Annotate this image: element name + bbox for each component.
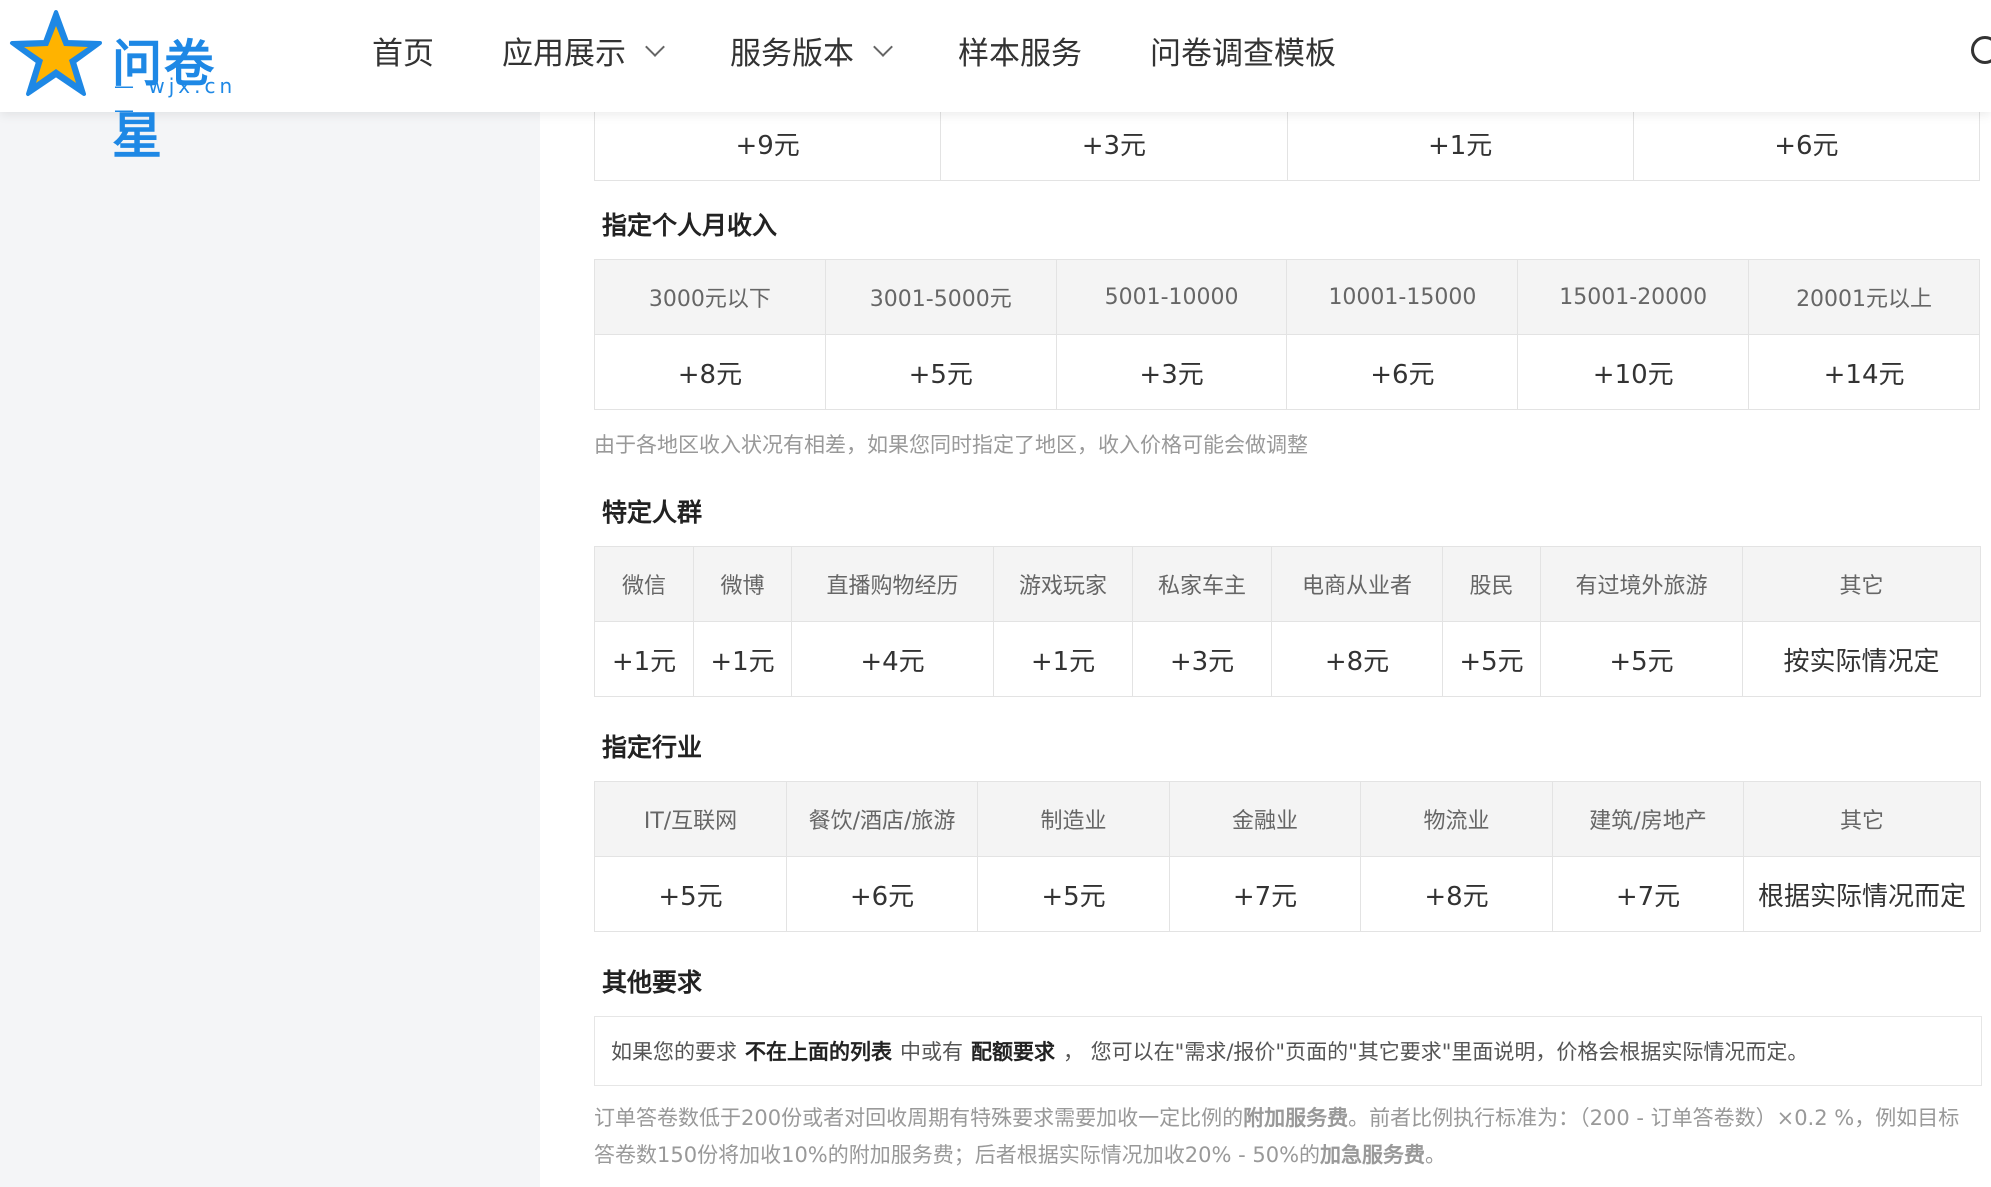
table-cell: +7元 — [1552, 856, 1744, 932]
nav-sample-service-label: 样本服务 — [958, 36, 1082, 72]
nav-service-versions[interactable]: 服务版本 — [730, 28, 893, 73]
table-header-cell: 金融业 — [1169, 781, 1361, 857]
industry-table: IT/互联网 餐饮/酒店/旅游 制造业 金融业 物流业 建筑/房地产 其它 +5… — [594, 781, 1981, 932]
income-note: 由于各地区收入状况有相差，如果您同时指定了地区，收入价格可能会做调整 — [594, 433, 1308, 457]
prev-pricing-table: +9元 +3元 +1元 +6元 — [593, 105, 1981, 181]
table-header-cell: 20001元以上 — [1748, 259, 1980, 335]
groups-section-title: 特定人群 — [602, 498, 703, 527]
nav-sample-service[interactable]: 样本服务 — [958, 28, 1082, 73]
table-cell: +5元 — [1442, 621, 1541, 697]
surcharge-footnote: 订单答卷数低于200份或者对回收周期有特殊要求需要加收一定比例的附加服务费。前者… — [594, 1100, 1980, 1174]
nav-survey-templates-label: 问卷调查模板 — [1150, 36, 1336, 72]
table-cell: 按实际情况定 — [1742, 621, 1981, 697]
logo-domain: — wjx.cn — — [114, 74, 237, 122]
table-header-cell: 股民 — [1442, 546, 1541, 622]
table-cell: +6元 — [786, 856, 978, 932]
table-header-cell: 餐饮/酒店/旅游 — [786, 781, 978, 857]
table-header-cell: 物流业 — [1360, 781, 1553, 857]
footnote-text: 。 — [1425, 1143, 1447, 1167]
table-header-cell: 制造业 — [977, 781, 1170, 857]
industry-section-title: 指定行业 — [602, 733, 703, 762]
table-header-cell: 15001-20000 — [1517, 259, 1750, 335]
table-header-cell: 5001-10000 — [1055, 259, 1288, 335]
nav-service-versions-label: 服务版本 — [730, 36, 854, 72]
table-cell: +5元 — [824, 334, 1057, 410]
req-bold: 不在上面的列表 — [745, 1040, 892, 1064]
user-icon[interactable] — [1971, 36, 1991, 64]
table-cell: +3元 — [1055, 334, 1288, 410]
table-header-cell: 微信 — [594, 546, 694, 622]
table-header-cell: 电商从业者 — [1271, 546, 1443, 622]
table-header-cell: IT/互联网 — [594, 781, 787, 857]
table-cell: +3元 — [1132, 621, 1272, 697]
table-cell: +7元 — [1169, 856, 1361, 932]
wjx-logo[interactable]: 问卷星 — wjx.cn — — [8, 8, 248, 165]
chevron-down-icon — [645, 36, 665, 57]
income-section-title: 指定个人月收入 — [602, 211, 778, 240]
table-cell: 根据实际情况而定 — [1743, 856, 1981, 932]
income-table: 3000元以下 3001-5000元 5001-10000 10001-1500… — [594, 259, 1980, 410]
table-header-cell: 其它 — [1742, 546, 1981, 622]
table-cell: +14元 — [1748, 334, 1980, 410]
footnote-text: 订单答卷数低于200份或者对回收周期有特殊要求需要加收一定比例的 — [594, 1106, 1244, 1130]
table-header-cell: 直播购物经历 — [791, 546, 994, 622]
table-header-cell: 3000元以下 — [594, 259, 826, 335]
table-cell: +9元 — [593, 105, 942, 181]
table-cell: +3元 — [940, 105, 1288, 181]
table-header-cell: 有过境外旅游 — [1540, 546, 1743, 622]
nav-home[interactable]: 首页 — [372, 28, 434, 73]
table-header-cell: 微博 — [693, 546, 792, 622]
main-content: +9元 +3元 +1元 +6元 指定个人月收入 3000元以下 3001-500… — [540, 0, 1991, 1187]
nav-survey-templates[interactable]: 问卷调查模板 — [1150, 28, 1336, 73]
table-cell: +1元 — [594, 621, 694, 697]
table-cell: +5元 — [1540, 621, 1743, 697]
other-requirements-box: 如果您的要求 不在上面的列表 中或有 配额要求 ， 您可以在"需求/报价"页面的… — [594, 1016, 1982, 1086]
table-header-cell: 游戏玩家 — [993, 546, 1133, 622]
nav-app-showcase-label: 应用展示 — [502, 36, 626, 72]
table-header-cell: 10001-15000 — [1286, 259, 1519, 335]
nav-home-label: 首页 — [372, 36, 434, 72]
req-text: 如果您的要求 — [611, 1040, 737, 1064]
footnote-bold: 加急服务费 — [1320, 1143, 1426, 1167]
other-section-title: 其他要求 — [602, 968, 703, 997]
table-cell: +4元 — [791, 621, 994, 697]
table-header-cell: 3001-5000元 — [824, 259, 1057, 335]
main-nav: 首页 应用展示 服务版本 样本服务 问卷调查模板 — [372, 28, 1404, 73]
req-bold: 配额要求 — [971, 1040, 1055, 1064]
table-cell: +5元 — [594, 856, 787, 932]
table-header-cell: 私家车主 — [1132, 546, 1272, 622]
footnote-bold: 附加服务费 — [1243, 1106, 1349, 1130]
table-cell: +10元 — [1517, 334, 1750, 410]
nav-app-showcase[interactable]: 应用展示 — [502, 28, 665, 73]
table-cell: +8元 — [1271, 621, 1443, 697]
table-cell: +6元 — [1286, 334, 1519, 410]
chevron-down-icon — [873, 36, 893, 57]
table-header-cell: 建筑/房地产 — [1552, 781, 1744, 857]
table-cell: +6元 — [1632, 105, 1981, 181]
groups-table: 微信 微博 直播购物经历 游戏玩家 私家车主 电商从业者 股民 有过境外旅游 其… — [594, 546, 1981, 697]
req-text: ， 您可以在"需求/报价"页面的"其它要求"里面说明，价格会根据实际情况而定。 — [1063, 1040, 1809, 1064]
req-text: 中或有 — [900, 1040, 963, 1064]
table-cell: +8元 — [1360, 856, 1553, 932]
table-cell: +1元 — [993, 621, 1133, 697]
table-header-cell: 其它 — [1743, 781, 1981, 857]
table-cell: +1元 — [693, 621, 792, 697]
table-cell: +1元 — [1286, 105, 1634, 181]
top-navbar: 问卷星 — wjx.cn — 首页 应用展示 服务版本 样本服务 问卷调查模板 — [0, 0, 1991, 165]
table-cell: +5元 — [977, 856, 1170, 932]
table-cell: +8元 — [594, 334, 826, 410]
star-logo-icon — [10, 10, 102, 96]
